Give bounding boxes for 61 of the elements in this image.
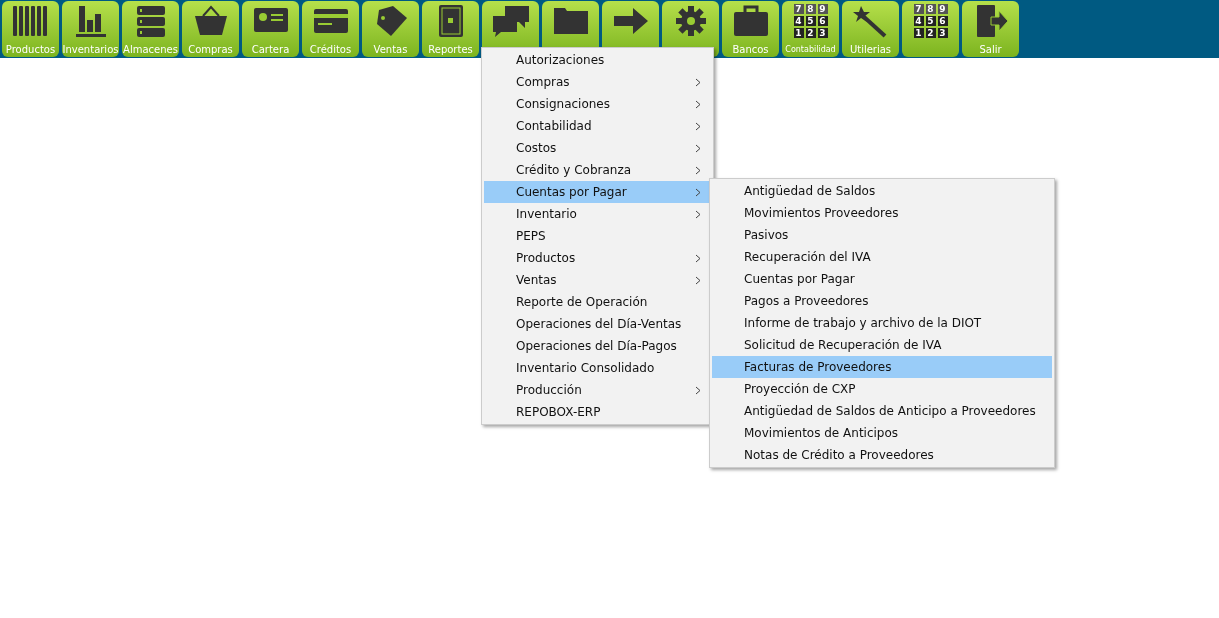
chevron-right-icon (695, 187, 701, 197)
menu-item[interactable]: Producción (484, 379, 711, 401)
menu-item[interactable]: Recuperación del IVA (712, 246, 1052, 268)
menu-item[interactable]: Autorizaciones (484, 49, 711, 71)
menu-item[interactable]: Inventario Consolidado (484, 357, 711, 379)
menu-item[interactable]: Productos (484, 247, 711, 269)
menu-item[interactable]: Reporte de Operación (484, 291, 711, 313)
keypad-key: 9 (937, 4, 948, 14)
keypad-key: 4 (793, 16, 804, 26)
menu-item[interactable]: Costos (484, 137, 711, 159)
chevron-right-icon (695, 121, 701, 131)
chevron-right-icon (695, 385, 701, 395)
keypad-key: 6 (817, 16, 828, 26)
menu-item[interactable]: Pagos a Proveedores (712, 290, 1052, 312)
menu-item[interactable]: Consignaciones (484, 93, 711, 115)
menu-item[interactable]: Cuentas por Pagar (484, 181, 711, 203)
menu-item[interactable]: Contabilidad (484, 115, 711, 137)
chat-bubbles-icon (490, 4, 531, 38)
menu-item[interactable]: Movimientos de Anticipos (712, 422, 1052, 444)
keypad-key: 4 (913, 16, 924, 26)
chevron-right-icon (695, 143, 701, 153)
keypad-key: 2 (925, 28, 936, 38)
menu-item[interactable]: Solicitud de Recuperación de IVA (712, 334, 1052, 356)
keypad-key: 1 (793, 28, 804, 38)
chevron-right-icon (695, 77, 701, 87)
keypad-key: 2 (805, 28, 816, 38)
toolbar-button[interactable]: 7 8 9 4 5 6 1 2 3 Contabilidad (782, 1, 839, 57)
keypad-key: 9 (817, 4, 828, 14)
menu-item[interactable]: REPOBOX-ERP (484, 401, 711, 423)
keypad-key: 8 (805, 4, 816, 14)
menu-item[interactable]: Facturas de Proveedores (712, 356, 1052, 378)
toolbar-button[interactable]: 7 8 9 4 5 6 1 2 3 (902, 1, 959, 57)
chevron-right-icon (695, 253, 701, 263)
menu-item[interactable]: Informe de trabajo y archivo de la DIOT (712, 312, 1052, 334)
menu-item[interactable]: PEPS (484, 225, 711, 247)
chevron-right-icon (695, 275, 701, 285)
keypad-key: 3 (937, 28, 948, 38)
menu-item[interactable]: Antigüedad de Saldos de Anticipo a Proveedores (712, 400, 1052, 422)
keypad-key: 5 (805, 16, 816, 26)
menu-item[interactable]: Antigüedad de Saldos (712, 180, 1052, 202)
keypad-key: 6 (937, 16, 948, 26)
menu-item[interactable]: Operaciones del Día-Pagos (484, 335, 711, 357)
menu-item[interactable]: Inventario (484, 203, 711, 225)
menu-item[interactable]: Operaciones del Día-Ventas (484, 313, 711, 335)
menu-item[interactable]: Cuentas por Pagar (712, 268, 1052, 290)
menu-item[interactable]: Ventas (484, 269, 711, 291)
keypad-key: 3 (817, 28, 828, 38)
menu-item[interactable]: Compras (484, 71, 711, 93)
keypad-key: 8 (925, 4, 936, 14)
keypad-key: 1 (913, 28, 924, 38)
menu-item[interactable]: Pasivos (712, 224, 1052, 246)
chevron-right-icon (695, 209, 701, 219)
menu-item[interactable]: Movimientos Proveedores (712, 202, 1052, 224)
chevron-right-icon (695, 165, 701, 175)
keypad-key: 5 (925, 16, 936, 26)
chevron-right-icon (695, 99, 701, 109)
menu-item[interactable]: Notas de Crédito a Proveedores (712, 444, 1052, 466)
keypad-key: 7 (793, 4, 804, 14)
menu-item[interactable]: Proyección de CXP (712, 378, 1052, 400)
menu-item[interactable]: Crédito y Cobranza (484, 159, 711, 181)
keypad-key: 7 (913, 4, 924, 14)
